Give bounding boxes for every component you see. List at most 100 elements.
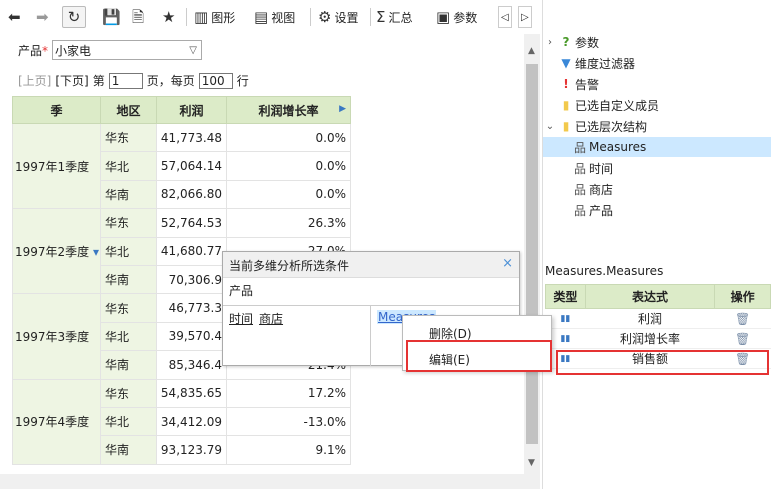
growth-cell: 26.3% <box>226 208 351 238</box>
tree-item-product[interactable]: 品 产品 <box>543 200 613 220</box>
region-cell: 华南 <box>100 350 157 380</box>
horizontal-scrollbar[interactable] <box>0 474 540 489</box>
dimension-store-link[interactable]: 商店 <box>259 312 283 326</box>
profit-cell: 46,773.3 <box>156 293 227 323</box>
trash-icon[interactable]: 🗑 <box>714 308 771 329</box>
region-cell: 华南 <box>100 435 157 465</box>
measures-header-expression: 表达式 <box>584 284 716 309</box>
measures-header-type: 类型 <box>545 284 586 309</box>
toolbar-scroll-right[interactable]: ▷ <box>518 6 532 28</box>
forward-button[interactable]: ➡ <box>36 6 49 28</box>
collapse-icon[interactable]: ⌄ <box>543 121 557 132</box>
quarter-cell[interactable]: 1997年4季度 <box>12 378 101 465</box>
funnel-icon: ▼ <box>561 56 571 70</box>
region-cell: 华东 <box>100 208 157 238</box>
close-icon[interactable]: × <box>502 256 513 271</box>
favorite-button[interactable]: ★ <box>162 6 175 28</box>
region-cell: 华南 <box>100 179 157 210</box>
vertical-scroll-thumb[interactable] <box>526 64 538 444</box>
measures-section-title: Measures.Measures <box>545 264 664 278</box>
dimension-time-link[interactable]: 时间 <box>229 312 253 326</box>
header-quarter[interactable]: 季 <box>12 96 101 124</box>
quarter-cell[interactable]: 1997年1季度 <box>12 122 101 210</box>
profit-cell: 54,835.65 <box>156 378 227 408</box>
scroll-up-icon[interactable]: ▲ <box>528 46 535 56</box>
product-select[interactable]: 小家电 ▽ <box>52 40 202 60</box>
expand-right-icon[interactable]: ▶ <box>339 104 346 114</box>
profit-cell: 34,412.09 <box>156 406 227 437</box>
arrow-left-icon: ⬅ <box>8 7 21 26</box>
next-page-link[interactable]: [下页] <box>55 72 88 89</box>
vertical-scrollbar[interactable]: ▲ ▼ <box>524 34 540 474</box>
quarter-cell[interactable]: 1997年2季度 ▾ <box>12 208 101 295</box>
growth-cell: 0.0% <box>226 179 351 210</box>
refresh-icon: ↻ <box>67 7 81 26</box>
profit-cell: 39,570.4 <box>156 321 227 352</box>
params-icon: ▣ <box>436 7 451 26</box>
rows-per-page-input[interactable]: 100 <box>198 72 233 89</box>
save-as-button[interactable]: 🗎 <box>132 6 144 28</box>
back-button[interactable]: ⬅ <box>8 6 21 28</box>
tree-item-alert[interactable]: ! 告警 <box>543 74 599 94</box>
product-filter-label: 产品* <box>18 44 49 58</box>
hierarchy-icon: 品 <box>573 203 586 218</box>
growth-cell: 17.2% <box>226 378 351 408</box>
trash-icon[interactable]: 🗑 <box>714 328 771 349</box>
profit-cell: 41,773.48 <box>156 122 227 153</box>
dialog-product-row: 产品 <box>223 278 519 306</box>
scroll-down-icon[interactable]: ▼ <box>528 458 535 468</box>
measure-row[interactable]: ▮▮ 利润增长率 🗑 <box>545 328 771 349</box>
tree-item-custom-members[interactable]: ▮ 已选自定义成员 <box>543 95 659 115</box>
sigma-icon: Σ <box>376 7 386 26</box>
refresh-button[interactable]: ↻ <box>62 6 86 28</box>
save-icon: 💾 <box>102 7 121 26</box>
measures-header-action: 操作 <box>714 284 771 309</box>
toolbar-scroll-left[interactable]: ◁ <box>498 6 512 28</box>
region-cell: 华东 <box>100 378 157 408</box>
chart-button[interactable]: ▥ 图形 <box>194 6 235 28</box>
save-button[interactable]: 💾 <box>102 6 121 28</box>
summary-button[interactable]: Σ 汇总 <box>376 6 413 28</box>
right-panel: › ? 参数 ▼ 维度过滤器 ! 告警 ▮ 已选自定义成员 ⌄ ▮ 已选层次结构… <box>542 0 777 489</box>
header-profit[interactable]: 利润 <box>156 96 227 124</box>
toolbar: ⬅ ➡ ↻ 💾 🗎 ★ ▥ 图形 ▤ 视图 ⚙ 设置 Σ 汇总 ▣ 参数 ◁ ▷ <box>0 0 540 34</box>
table-row: 1997年1季度 华东 41,773.48 0.0% <box>12 122 351 210</box>
region-cell: 华北 <box>100 151 157 181</box>
dropdown-icon[interactable]: ▾ <box>89 245 99 259</box>
expand-icon[interactable]: › <box>543 37 557 48</box>
tree-item-store[interactable]: 品 商店 <box>543 179 613 199</box>
table-row: 1997年2季度 ▾ 华东 52,764.53 26.3% <box>12 208 351 295</box>
region-cell: 华南 <box>100 264 157 295</box>
params-button[interactable]: ▣ 参数 <box>436 6 477 28</box>
hierarchy-icon: 品 <box>573 140 586 155</box>
folder-icon: ▮ <box>562 98 570 112</box>
measure-expression: 利润增长率 <box>585 328 715 349</box>
profit-cell: 70,306.9 <box>156 264 227 295</box>
header-profit-growth[interactable]: 利润增长率 ▶ <box>226 96 351 124</box>
prev-page-link[interactable]: [上页] <box>18 72 51 89</box>
measure-row[interactable]: ▮▮ 利润 🗑 <box>545 308 771 329</box>
profit-cell: 82,066.80 <box>156 179 227 210</box>
page-number-input[interactable]: 1 <box>108 72 143 89</box>
view-button[interactable]: ▤ 视图 <box>254 6 295 28</box>
settings-button[interactable]: ⚙ 设置 <box>318 6 358 28</box>
pagination: [上页] [下页] 第 1 页，每页 100 行 <box>18 72 249 89</box>
region-cell: 华北 <box>100 321 157 352</box>
chevron-right-icon: ▷ <box>521 11 529 23</box>
chevron-left-icon: ◁ <box>501 11 509 23</box>
measure-expression: 利润 <box>585 308 715 329</box>
chevron-down-icon: ▽ <box>189 44 197 56</box>
quarter-cell[interactable]: 1997年3季度 <box>12 293 101 380</box>
tree-item-measures[interactable]: 品 Measures <box>543 137 771 157</box>
region-cell: 华东 <box>100 122 157 153</box>
tree-item-params[interactable]: › ? 参数 <box>543 32 599 52</box>
star-icon: ★ <box>162 7 176 26</box>
bar-chart-icon: ▥ <box>194 7 209 26</box>
growth-cell: 0.0% <box>226 122 351 153</box>
region-cell: 华东 <box>100 293 157 323</box>
tree-item-time[interactable]: 品 时间 <box>543 158 613 178</box>
dialog-row-dimensions: 时间 商店 <box>223 306 371 366</box>
tree-item-hierarchies[interactable]: ⌄ ▮ 已选层次结构 <box>543 116 647 136</box>
header-region[interactable]: 地区 <box>100 96 157 124</box>
tree-item-dimension-filter[interactable]: ▼ 维度过滤器 <box>543 53 635 73</box>
